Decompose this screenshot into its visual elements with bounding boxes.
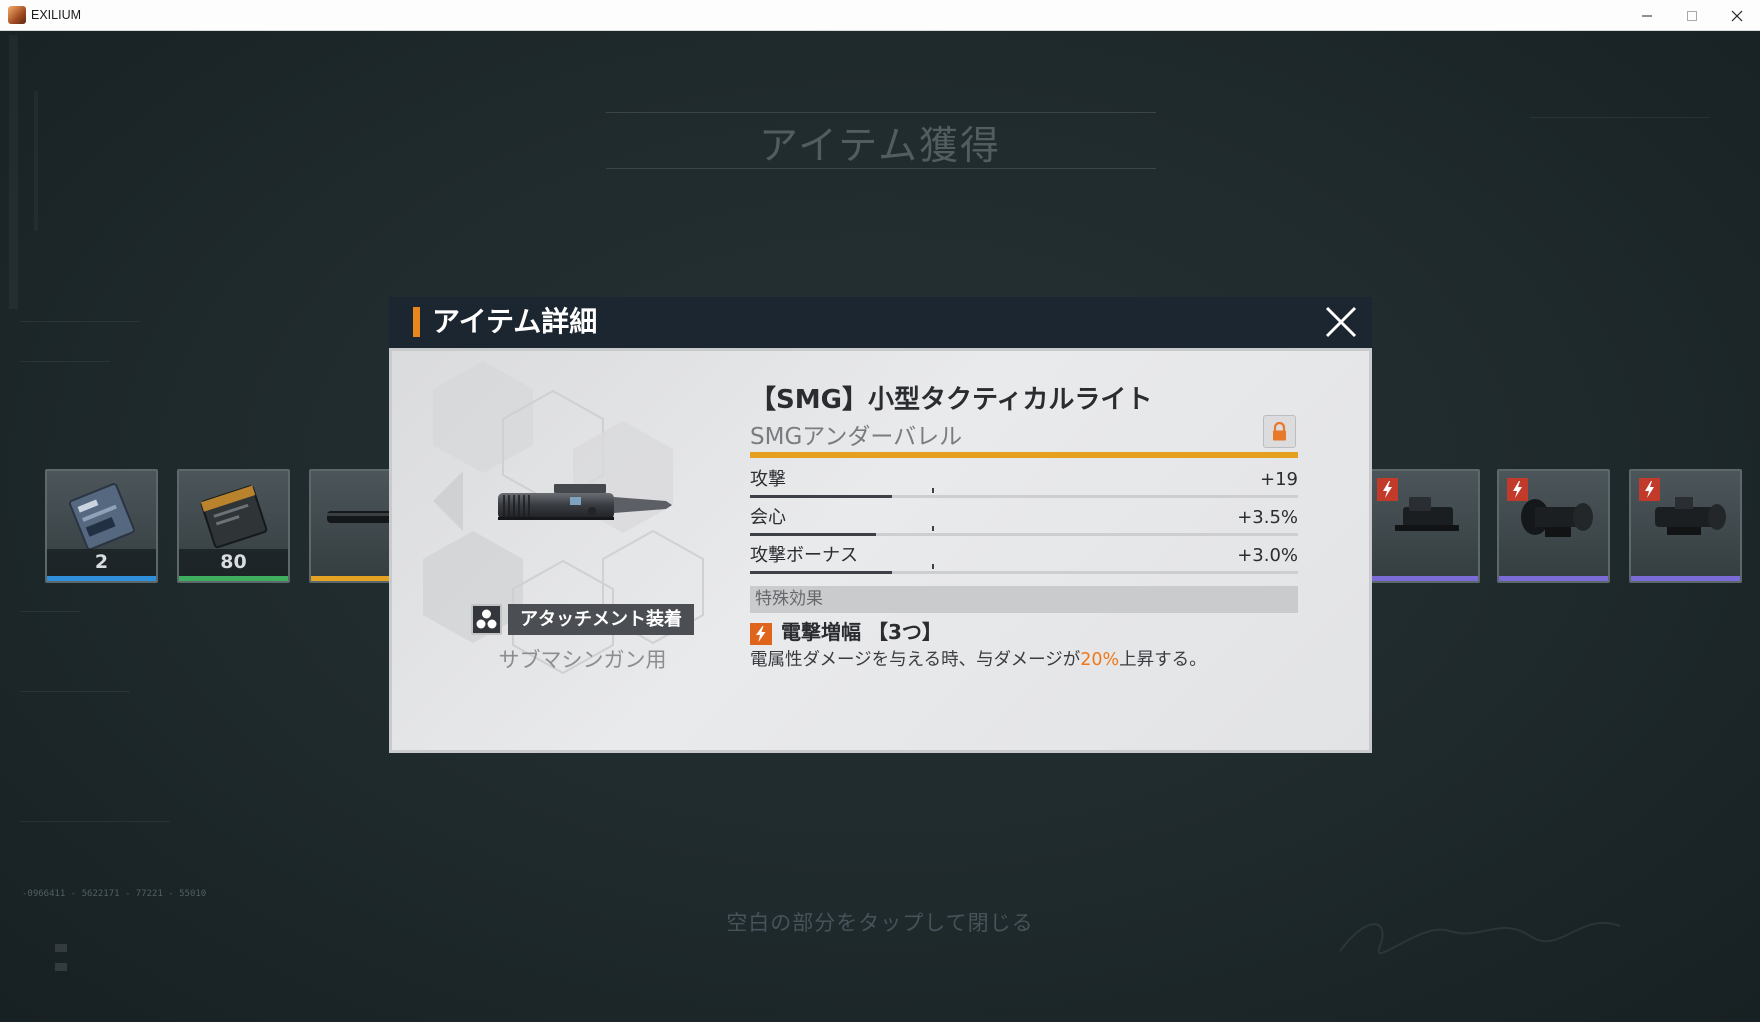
lightning-icon bbox=[750, 623, 772, 645]
stat-value: +3.5% bbox=[1237, 507, 1298, 528]
background-decoration bbox=[55, 963, 67, 971]
background-decoration bbox=[9, 35, 18, 309]
stat-value: +19 bbox=[1260, 469, 1298, 490]
lightning-icon bbox=[1513, 481, 1522, 498]
lock-icon bbox=[1273, 421, 1286, 441]
rarity-color-bar bbox=[750, 452, 1298, 458]
background-decoration bbox=[20, 821, 170, 822]
stat-value: +3.0% bbox=[1237, 545, 1298, 566]
rarity-bar bbox=[1369, 576, 1478, 581]
background-decoration bbox=[20, 361, 110, 362]
stat-bar-fill bbox=[750, 571, 893, 574]
minimize-icon bbox=[1642, 15, 1652, 17]
title-divider-bottom bbox=[606, 168, 1156, 169]
item-type: SMGアンダーバレル bbox=[750, 424, 963, 450]
modal-header: アイテム詳細 bbox=[389, 297, 1372, 348]
reward-card[interactable]: 80 bbox=[177, 469, 290, 583]
maximize-icon bbox=[1687, 11, 1697, 21]
stat-label: 攻撃ボーナス bbox=[750, 545, 858, 566]
rarity-bar bbox=[47, 576, 156, 581]
rarity-bar bbox=[1499, 576, 1608, 581]
item-box-icon bbox=[68, 483, 135, 551]
effect-desc-text: 上昇する。 bbox=[1119, 650, 1207, 670]
item-name: 【SMG】小型タクティカルライト bbox=[750, 385, 1153, 415]
modal-close-button[interactable] bbox=[1324, 305, 1358, 339]
lightning-icon bbox=[1645, 481, 1654, 498]
window-titlebar: EXILIUM bbox=[0, 0, 1760, 31]
close-icon bbox=[1325, 306, 1357, 338]
effect-description: 電属性ダメージを与える時、与ダメージが20%上昇する。 bbox=[750, 648, 1207, 672]
stat-tick bbox=[932, 564, 934, 569]
lightning-icon bbox=[1383, 481, 1392, 498]
stat-tick bbox=[932, 488, 934, 493]
background-decoration bbox=[55, 944, 67, 952]
minimize-button[interactable] bbox=[1624, 0, 1670, 31]
special-effect-header: 特殊効果 bbox=[750, 586, 1298, 613]
lightning-badge bbox=[1639, 478, 1660, 501]
reward-card[interactable] bbox=[1629, 469, 1742, 583]
effect-name: 電撃増幅 【3つ】 bbox=[781, 620, 942, 644]
usage-label: サブマシンガン用 bbox=[498, 648, 667, 672]
reward-count: 2 bbox=[47, 549, 156, 576]
reward-card[interactable] bbox=[1367, 469, 1480, 583]
background-serial-text: -0966411 - 5622171 - 77221 - 55010 bbox=[22, 889, 207, 899]
attachment-badge-label: アタッチメント装着 bbox=[508, 604, 694, 635]
tap-to-close-hint: 空白の部分をタップして閉じる bbox=[726, 911, 1034, 935]
modal-title: アイテム詳細 bbox=[432, 305, 598, 338]
reward-count: 80 bbox=[179, 549, 288, 576]
effect-desc-text: 電属性ダメージを与える時、与ダメージが bbox=[750, 650, 1081, 670]
stat-label: 会心 bbox=[750, 507, 786, 528]
stat-bar-fill bbox=[750, 533, 877, 536]
game-viewport[interactable]: アイテム獲得 2 80 アイテム詳細 アタッチメント装着 サブマシンガン用 【S… bbox=[0, 31, 1760, 1022]
background-decoration bbox=[20, 611, 80, 612]
stat-tick bbox=[932, 526, 934, 531]
title-divider-top bbox=[606, 112, 1156, 113]
window-title: EXILIUM bbox=[31, 8, 82, 22]
header-accent bbox=[413, 307, 420, 337]
attachment-glyph bbox=[476, 609, 497, 629]
lightning-badge bbox=[1507, 478, 1528, 501]
attachment-icon bbox=[471, 604, 502, 635]
maximize-button[interactable] bbox=[1669, 0, 1715, 31]
reward-card[interactable]: 2 bbox=[45, 469, 158, 583]
background-decoration bbox=[20, 691, 130, 692]
material-crate-icon bbox=[200, 485, 268, 549]
window-close-button[interactable] bbox=[1714, 0, 1760, 31]
stat-label: 攻撃 bbox=[750, 469, 786, 490]
app-icon bbox=[8, 6, 26, 24]
stat-bar bbox=[750, 571, 1298, 574]
background-decoration bbox=[20, 321, 140, 322]
stat-bar-fill bbox=[750, 495, 893, 498]
rarity-bar bbox=[1631, 576, 1740, 581]
screen-title: アイテム獲得 bbox=[758, 124, 1002, 169]
lightning-badge bbox=[1377, 478, 1398, 501]
stat-bar bbox=[750, 495, 1298, 498]
lock-button[interactable] bbox=[1263, 415, 1296, 448]
close-icon bbox=[1731, 10, 1743, 22]
reward-card[interactable] bbox=[1497, 469, 1610, 583]
effect-highlight-value: 20% bbox=[1080, 650, 1120, 670]
item-detail-modal: アイテム詳細 アタッチメント装着 サブマシンガン用 【SMG】小型タクティカルラ… bbox=[389, 297, 1372, 753]
tactical-light-icon bbox=[498, 484, 672, 520]
stat-bar bbox=[750, 533, 1298, 536]
rarity-bar bbox=[179, 576, 288, 581]
